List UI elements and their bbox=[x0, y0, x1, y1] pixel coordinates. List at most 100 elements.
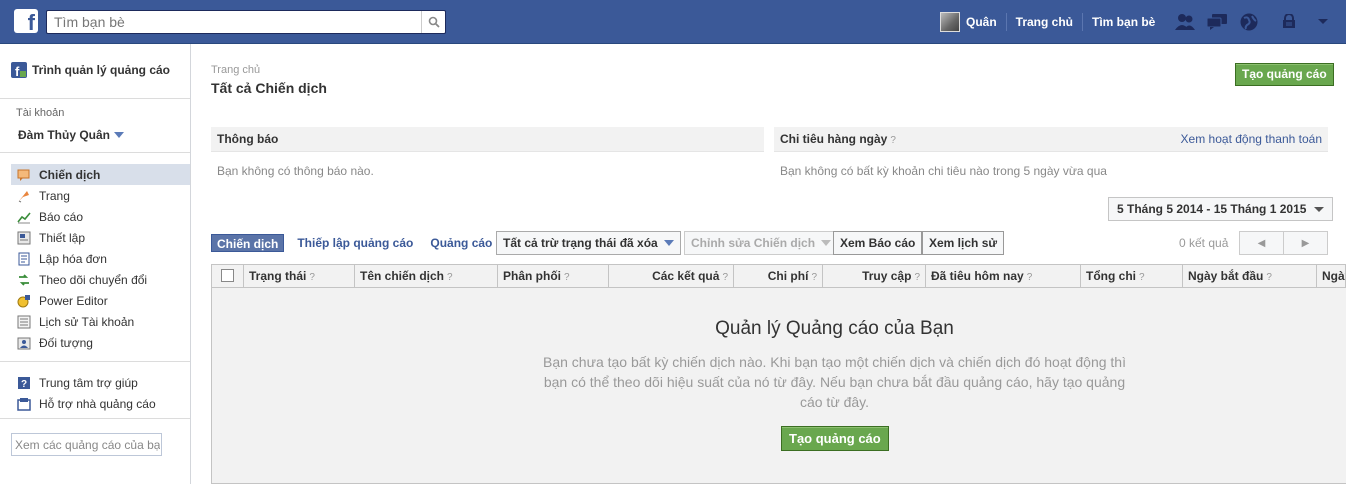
sidebar-item-label: Theo dõi chuyển đổi bbox=[39, 272, 148, 287]
column-header-cost[interactable]: Chi phí? bbox=[734, 265, 823, 287]
home-link[interactable]: Trang chủ bbox=[1007, 13, 1084, 31]
facebook-logo-icon[interactable]: f bbox=[14, 9, 38, 33]
svg-text:f: f bbox=[15, 64, 20, 78]
sidebar-item-conversion-tracking[interactable]: Theo dõi chuyển đổi bbox=[11, 269, 190, 290]
ads-search-input[interactable] bbox=[12, 434, 160, 455]
top-bar: f Quân Trang chủ Tìm bạn bè bbox=[0, 0, 1346, 44]
breadcrumb[interactable]: Trang chủ bbox=[211, 64, 260, 76]
sidebar-item-settings[interactable]: Thiết lập bbox=[11, 227, 190, 248]
power-editor-icon bbox=[16, 294, 32, 308]
select-all-checkbox[interactable] bbox=[221, 269, 234, 282]
flag-icon bbox=[16, 189, 32, 203]
view-report-button[interactable]: Xem Báo cáo bbox=[833, 231, 923, 255]
sidebar-item-label: Đối tượng bbox=[39, 335, 93, 350]
table-header: Trạng thái? Tên chiến dịch? Phân phối? C… bbox=[211, 264, 1346, 288]
account-selector[interactable]: Đàm Thủy Quân bbox=[18, 128, 125, 142]
billing-icon bbox=[16, 252, 32, 266]
friend-requests-icon[interactable] bbox=[1172, 10, 1198, 34]
sidebar-item-help-center[interactable]: ? Trung tâm trợ giúp bbox=[11, 372, 190, 393]
divider bbox=[0, 418, 190, 419]
sidebar-item-advertiser-support[interactable]: Hỗ trợ nhà quảng cáo bbox=[11, 393, 190, 414]
next-page-icon[interactable]: ▶ bbox=[1284, 232, 1327, 254]
daily-spend-empty: Bạn không có bất kỳ khoản chi tiêu nào t… bbox=[780, 164, 1107, 178]
view-history-button[interactable]: Xem lịch sử bbox=[922, 231, 1005, 255]
column-header-total-spent[interactable]: Tổng chi? bbox=[1081, 265, 1183, 287]
page-title: Tất cả Chiến dịch bbox=[211, 80, 327, 96]
status-filter-label: Tất cả trừ trạng thái đã xóa bbox=[503, 236, 658, 250]
sidebar-help-nav: ? Trung tâm trợ giúp Hỗ trợ nhà quảng cá… bbox=[11, 372, 190, 414]
divider bbox=[0, 361, 190, 362]
campaign-icon bbox=[16, 168, 32, 182]
divider bbox=[0, 152, 190, 153]
sidebar-item-label: Lập hóa đơn bbox=[39, 251, 107, 266]
column-header-end-date[interactable]: Ngày bbox=[1317, 265, 1345, 287]
empty-state-description: Bạn chưa tạo bất kỳ chiến dịch nào. Khi … bbox=[543, 354, 1126, 410]
column-header-reach[interactable]: Truy cập? bbox=[823, 265, 926, 287]
sidebar-nav: Chiến dịch Trang Báo cáo Thiết lập Lập h… bbox=[11, 164, 190, 353]
sidebar-item-label: Lịch sử Tài khoản bbox=[39, 314, 135, 329]
ads-manager-icon: f bbox=[11, 62, 27, 78]
ads-search-box bbox=[11, 433, 162, 456]
daily-spend-header: Chi tiêu hàng ngày? Xem hoạt động thanh … bbox=[774, 127, 1328, 152]
search-box bbox=[46, 10, 446, 34]
create-ad-button[interactable]: Tạo quảng cáo bbox=[781, 426, 889, 451]
pager: ◀ ▶ bbox=[1239, 231, 1328, 255]
history-icon bbox=[16, 315, 32, 329]
tab-ad-sets[interactable]: Thiếp lập quảng cáo bbox=[297, 236, 413, 250]
ads-manager-heading[interactable]: f Trình quản lý quảng cáo bbox=[11, 62, 170, 78]
sidebar-item-label: Chiến dịch bbox=[39, 167, 101, 182]
conversion-icon bbox=[16, 273, 32, 287]
audience-icon bbox=[16, 336, 32, 350]
sidebar-item-label: Thiết lập bbox=[39, 230, 86, 245]
status-filter-select[interactable]: Tất cả trừ trạng thái đã xóa bbox=[496, 231, 681, 255]
chevron-down-icon bbox=[821, 240, 832, 246]
avatar[interactable] bbox=[940, 12, 960, 32]
sidebar-item-label: Trung tâm trợ giúp bbox=[39, 375, 138, 390]
date-range-selector[interactable]: 5 Tháng 5 2014 - 15 Tháng 1 2015 bbox=[1108, 197, 1334, 221]
sidebar-item-label: Trang bbox=[39, 188, 70, 203]
tab-campaigns[interactable]: Chiến dịch bbox=[211, 234, 285, 252]
sidebar-item-pages[interactable]: Trang bbox=[11, 185, 190, 206]
tab-ads[interactable]: Quảng cáo bbox=[430, 236, 492, 250]
globe-icon[interactable] bbox=[1236, 10, 1262, 34]
notifications-header: Thông báo bbox=[211, 127, 764, 152]
column-header-spent-today[interactable]: Đã tiêu hôm nay? bbox=[926, 265, 1081, 287]
account-label: Tài khoản bbox=[16, 107, 65, 119]
sidebar-item-power-editor[interactable]: Power Editor bbox=[11, 290, 190, 311]
column-header-results[interactable]: Các kết quả? bbox=[609, 265, 734, 287]
column-header-delivery[interactable]: Phân phối? bbox=[498, 265, 609, 287]
search-icon[interactable] bbox=[421, 11, 445, 33]
sidebar-item-campaigns[interactable]: Chiến dịch bbox=[11, 164, 190, 185]
notification-icons bbox=[1172, 10, 1342, 34]
date-range-label: 5 Tháng 5 2014 - 15 Tháng 1 2015 bbox=[1117, 202, 1307, 216]
select-all-cell bbox=[212, 265, 244, 287]
daily-spend-title: Chi tiêu hàng ngày bbox=[780, 132, 888, 146]
messages-icon[interactable] bbox=[1204, 10, 1230, 34]
edit-campaign-select[interactable]: Chỉnh sửa Chiến dịch bbox=[684, 231, 839, 255]
privacy-shortcuts-icon[interactable] bbox=[1278, 10, 1304, 34]
column-header-status[interactable]: Trạng thái? bbox=[244, 265, 355, 287]
results-count: 0 kết quả bbox=[1179, 236, 1229, 250]
previous-page-icon[interactable]: ◀ bbox=[1240, 232, 1284, 254]
profile-link[interactable]: Quân bbox=[960, 13, 1007, 31]
left-sidebar: f Trình quản lý quảng cáo Tài khoản Đàm … bbox=[0, 44, 191, 484]
account-menu-chevron-down-icon[interactable] bbox=[1310, 10, 1336, 34]
notifications-empty: Bạn không có thông báo nào. bbox=[217, 164, 374, 178]
account-name: Đàm Thủy Quân bbox=[18, 128, 111, 142]
search-input[interactable] bbox=[47, 11, 417, 33]
find-friends-link[interactable]: Tìm bạn bè bbox=[1083, 13, 1164, 31]
sidebar-item-label: Báo cáo bbox=[39, 209, 84, 224]
divider bbox=[0, 98, 190, 99]
view-payment-activity-link[interactable]: Xem hoạt động thanh toán bbox=[1181, 127, 1322, 152]
create-ad-button[interactable]: Tạo quảng cáo bbox=[1235, 63, 1334, 86]
sidebar-item-billing[interactable]: Lập hóa đơn bbox=[11, 248, 190, 269]
column-header-start-date[interactable]: Ngày bắt đầu? bbox=[1183, 265, 1317, 287]
sidebar-item-account-history[interactable]: Lịch sử Tài khoản bbox=[11, 311, 190, 332]
help-icon[interactable]: ? bbox=[890, 135, 896, 146]
column-header-campaign-name[interactable]: Tên chiến dịch? bbox=[355, 265, 498, 287]
sidebar-item-reports[interactable]: Báo cáo bbox=[11, 206, 190, 227]
ads-manager-title: Trình quản lý quảng cáo bbox=[32, 63, 171, 77]
empty-state: Quản lý Quảng cáo của Bạn Bạn chưa tạo b… bbox=[211, 288, 1346, 484]
sidebar-item-audiences[interactable]: Đối tượng bbox=[11, 332, 190, 353]
edit-campaign-label: Chỉnh sửa Chiến dịch bbox=[691, 236, 816, 250]
